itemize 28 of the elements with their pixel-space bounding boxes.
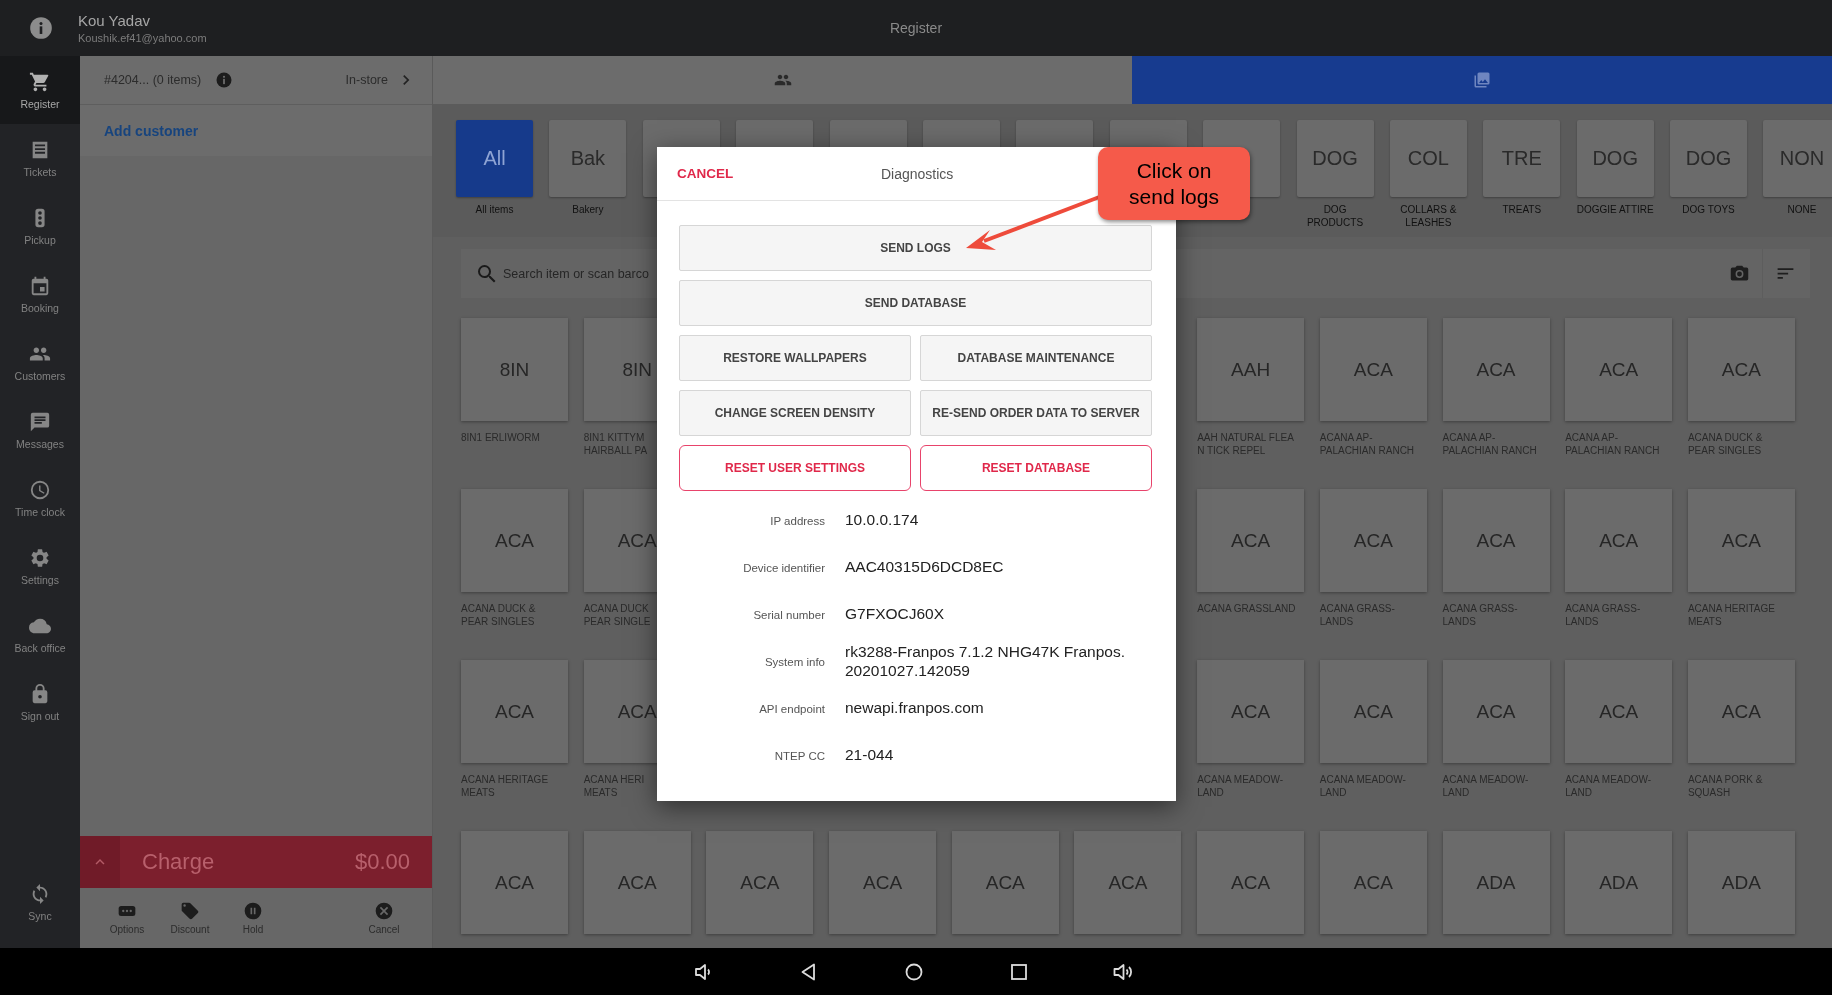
- order-number: #4204... (0 items): [104, 73, 202, 87]
- category-label: Bakery: [571, 204, 605, 217]
- category-label: TREATS: [1501, 204, 1543, 217]
- info-label: Device identifier: [743, 561, 825, 574]
- info-label: API endpoint: [759, 702, 825, 715]
- info-label: System info: [764, 655, 825, 668]
- charge-amount: $0.00: [354, 849, 410, 875]
- info-value: rk3288-Franpos 7.1.2 NHG47K Franpos. 20201027.142059: [845, 642, 1125, 681]
- callout-tooltip: Click on send logs: [1098, 147, 1250, 220]
- category-label: DOG PRODUCTS: [1305, 204, 1365, 229]
- info-value: newapi.franpos.com: [845, 699, 984, 718]
- category-label: DOGGIE ATTIRE: [1575, 204, 1655, 217]
- info-value: 10.0.0.174: [845, 511, 919, 530]
- category-label: All items: [474, 204, 515, 217]
- user-name: Kou Yadav: [78, 12, 151, 29]
- category-label: NONE: [1786, 204, 1818, 217]
- info-value: 21-044: [845, 746, 894, 765]
- info-label: IP address: [770, 514, 825, 527]
- info-value: G7FXOCJ60X: [845, 605, 945, 624]
- dialog-title: Diagnostics: [881, 165, 954, 182]
- user-email: Koushik.ef41@yahoo.com: [78, 32, 207, 44]
- screen-title: Register: [889, 20, 943, 36]
- info-label: Serial number: [753, 608, 825, 621]
- category-label: DOG TOYS: [1681, 204, 1736, 217]
- charge-label: Charge: [142, 849, 216, 875]
- info-label: NTEP CC: [774, 749, 825, 762]
- info-value: AAC40315D6DCD8EC: [845, 558, 1004, 577]
- category-label: COLLARS & LEASHES: [1399, 204, 1458, 229]
